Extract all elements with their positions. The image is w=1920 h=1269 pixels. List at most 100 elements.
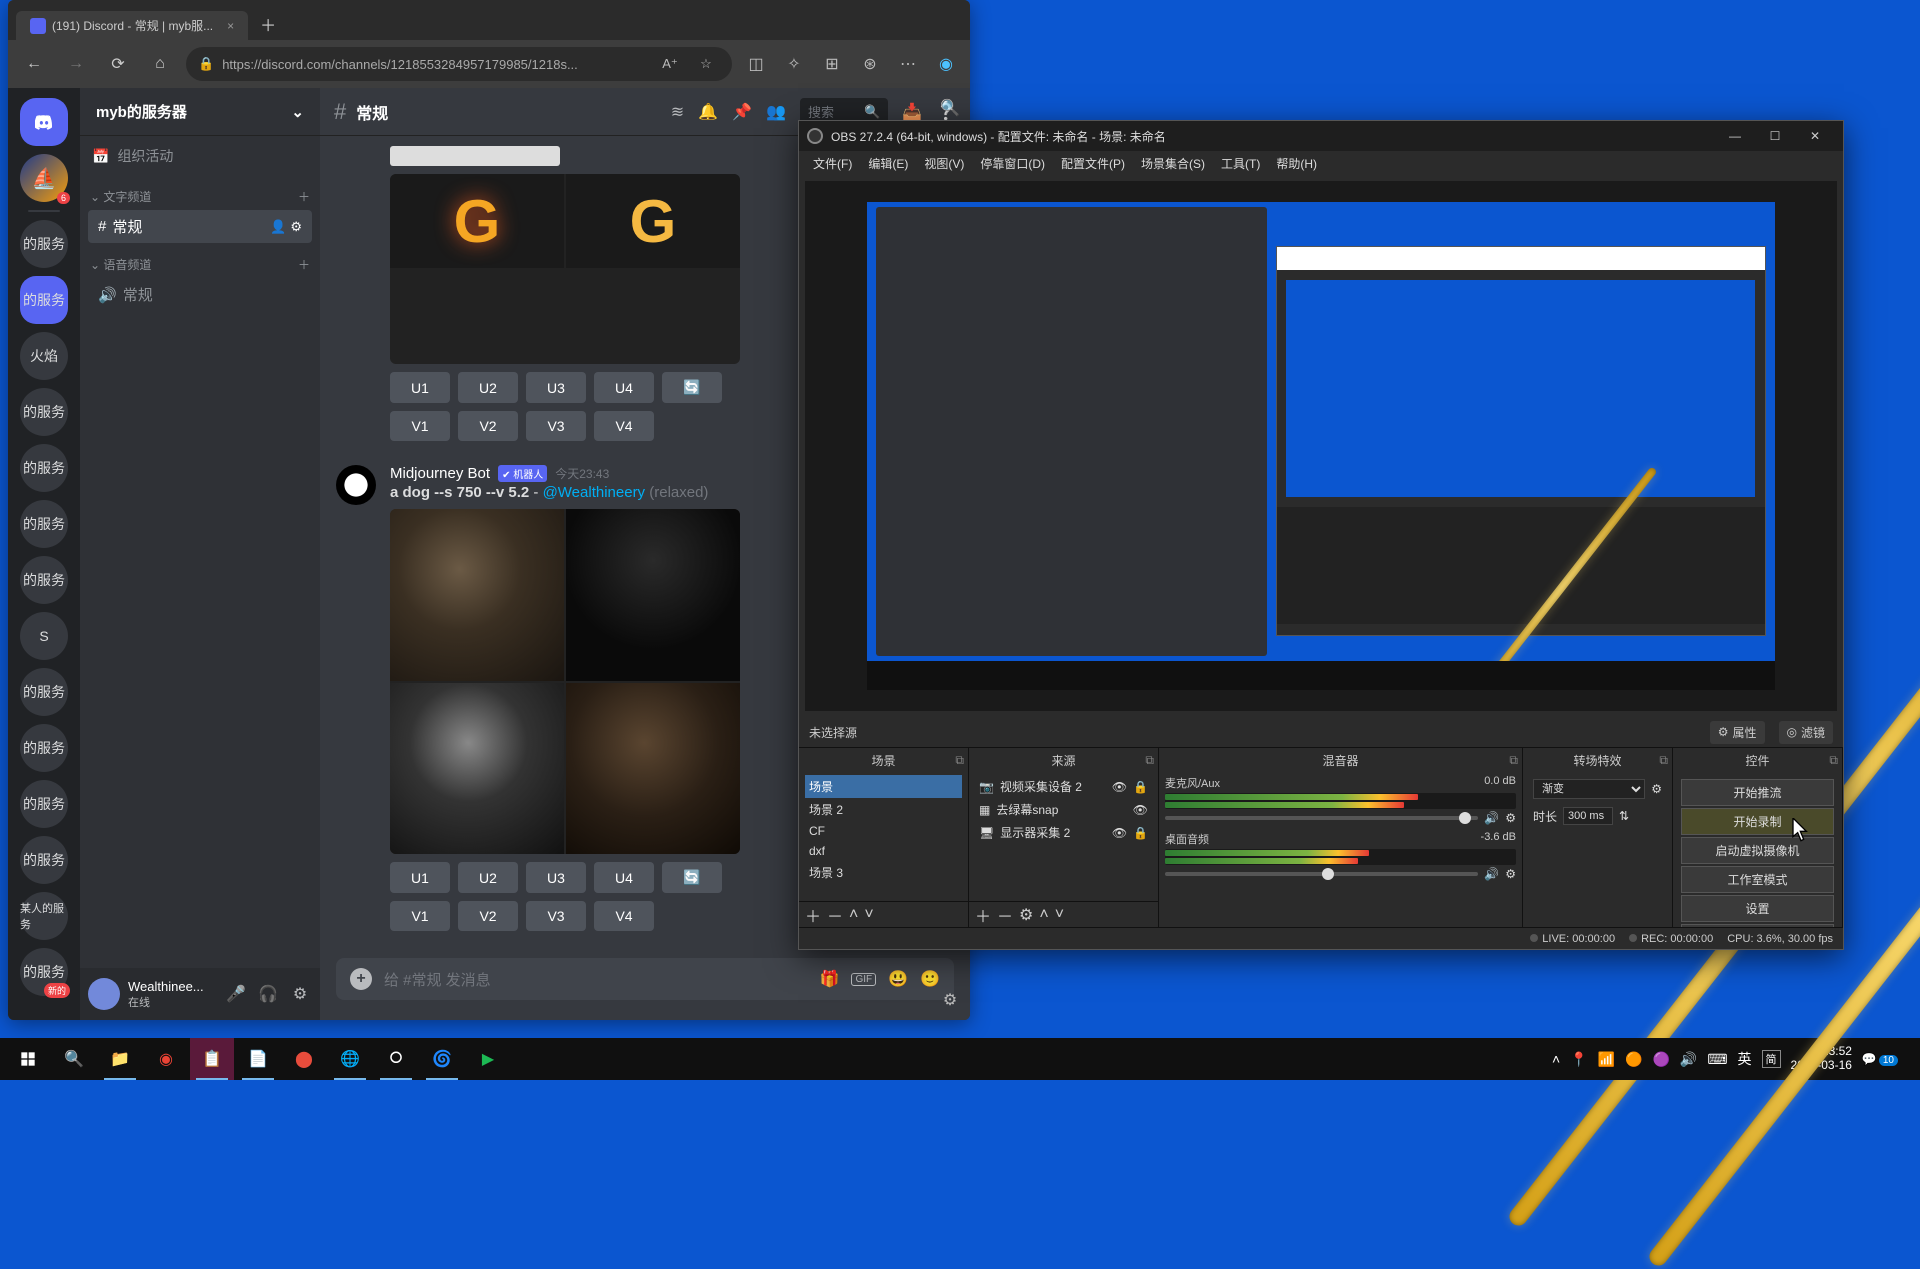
dock-popout-icon[interactable]: ⧉ (1829, 753, 1838, 768)
start-streaming-button[interactable]: 开始推流 (1681, 779, 1834, 806)
start-recording-button[interactable]: 开始录制 (1681, 808, 1834, 835)
maximize-button[interactable]: ☐ (1755, 121, 1795, 151)
lock-icon[interactable]: 🔒 (1133, 780, 1148, 794)
notifications-icon[interactable]: 🔔 (698, 102, 718, 122)
copilot-icon[interactable]: ◉ (932, 50, 960, 78)
user-avatar[interactable] (88, 978, 120, 1010)
scene-item[interactable]: 场景 3 (805, 861, 962, 884)
dock-popout-icon[interactable]: ⧉ (955, 753, 964, 768)
read-aloud-icon[interactable]: A⁺ (656, 50, 684, 78)
edge-button[interactable]: 🌀 (420, 1038, 464, 1080)
message-input[interactable]: + 给 #常规 发消息 🎁 GIF 😃 🙂 (336, 958, 954, 1000)
settings-button[interactable]: 设置 (1681, 895, 1834, 922)
menu-icon[interactable]: ⋯ (894, 50, 922, 78)
pinned-icon[interactable]: 📌 (732, 102, 752, 122)
v1-button[interactable]: V1 (390, 901, 450, 931)
guild-item[interactable]: 的服务 新的 (20, 948, 68, 996)
extensions-icon[interactable]: ⊞ (818, 50, 846, 78)
add-source-icon[interactable]: ＋ (975, 903, 991, 927)
scene-item[interactable]: 场景 2 (805, 798, 962, 821)
visibility-icon[interactable]: 👁 (1133, 803, 1148, 817)
guild-item[interactable]: 的服务 (20, 220, 68, 268)
menu-view[interactable]: 视图(V) (918, 153, 970, 174)
u1-button[interactable]: U1 (390, 372, 450, 403)
sidebar-search-icon[interactable]: 🔍 (936, 94, 964, 122)
tray-chevron-icon[interactable]: ˄ (1552, 1051, 1560, 1067)
generated-image-grid[interactable] (390, 509, 740, 854)
gear-icon[interactable]: ⚙ (1505, 867, 1516, 881)
mention[interactable]: @Wealthineery (543, 484, 646, 501)
v2-button[interactable]: V2 (458, 901, 518, 931)
invite-icon[interactable]: 👤 (270, 219, 286, 235)
wifi-icon[interactable]: 📶 (1598, 1051, 1615, 1068)
user-info[interactable]: Wealthinee... 在线 (128, 979, 216, 1010)
v3-button[interactable]: V3 (526, 411, 586, 441)
inbox-icon[interactable]: 📥 (902, 102, 922, 122)
guild-item[interactable]: 的服务 (20, 724, 68, 772)
v4-button[interactable]: V4 (594, 901, 654, 931)
add-channel-icon[interactable]: ＋ (298, 256, 310, 273)
guild-item-selected[interactable]: 的服务 (20, 276, 68, 324)
reroll-button[interactable]: 🔄 (662, 372, 722, 403)
tray-app-icon[interactable]: 🟣 (1652, 1051, 1669, 1068)
scene-item[interactable]: 场景 (805, 775, 962, 798)
source-down-icon[interactable]: ˅ (1055, 906, 1064, 924)
tab-close-icon[interactable]: × (227, 19, 234, 33)
u2-button[interactable]: U2 (458, 372, 518, 403)
threads-icon[interactable]: ≋ (671, 102, 684, 122)
menu-tools[interactable]: 工具(T) (1215, 153, 1266, 174)
shopping-icon[interactable]: ⊛ (856, 50, 884, 78)
members-icon[interactable]: 👥 (766, 102, 786, 122)
menu-docks[interactable]: 停靠窗口(D) (974, 153, 1051, 174)
dock-popout-icon[interactable]: ⧉ (1509, 753, 1518, 768)
obs-taskbar-button[interactable]: ⭘ (374, 1038, 418, 1080)
guild-item[interactable]: 某人的服务 (20, 892, 68, 940)
gear-icon[interactable]: ⚙ (1505, 811, 1516, 825)
message-author[interactable]: Midjourney Bot (390, 465, 490, 482)
server-events[interactable]: 📅 组织活动 (80, 136, 320, 176)
search-button[interactable]: 🔍 (52, 1038, 96, 1080)
start-virtualcam-button[interactable]: 启动虚拟摄像机 (1681, 837, 1834, 864)
guild-item[interactable]: 的服务 (20, 556, 68, 604)
menu-edit[interactable]: 编辑(E) (862, 153, 914, 174)
menu-help[interactable]: 帮助(H) (1270, 153, 1323, 174)
v1-button[interactable]: V1 (390, 411, 450, 441)
duration-input[interactable] (1563, 807, 1613, 825)
source-settings-icon[interactable]: ⚙ (1019, 905, 1033, 925)
new-tab-button[interactable]: ＋ (252, 8, 284, 40)
spinner-icon[interactable]: ⇅ (1619, 809, 1629, 823)
v3-button[interactable]: V3 (526, 901, 586, 931)
chrome-button-2[interactable]: 🌐 (328, 1038, 372, 1080)
category-text[interactable]: ⌄ 文字频道 ＋ (80, 176, 320, 209)
scene-up-icon[interactable]: ˄ (849, 906, 858, 924)
guild-item[interactable]: 火焰 (20, 332, 68, 380)
ime-mode[interactable]: 简 (1762, 1050, 1781, 1068)
generated-image-grid[interactable]: G G (390, 174, 740, 364)
category-voice[interactable]: ⌄ 语音频道 ＋ (80, 244, 320, 277)
channel-item-general[interactable]: # 常规 👤 ⚙ (88, 210, 312, 243)
gif-icon[interactable]: GIF (851, 973, 876, 986)
gift-icon[interactable]: 🎁 (820, 969, 840, 989)
add-scene-icon[interactable]: ＋ (805, 903, 821, 927)
lock-icon[interactable]: 🔒 (1133, 826, 1148, 840)
source-item[interactable]: 🖥显示器采集 2👁🔒 (975, 821, 1152, 844)
location-icon[interactable]: 📍 (1570, 1051, 1587, 1068)
guild-item[interactable]: 的服务 (20, 780, 68, 828)
add-channel-icon[interactable]: ＋ (298, 188, 310, 205)
guild-item[interactable]: 的服务 (20, 444, 68, 492)
channel-settings-icon[interactable]: ⚙ (290, 219, 302, 235)
u2-button[interactable]: U2 (458, 862, 518, 893)
guild-item[interactable]: 的服务 (20, 388, 68, 436)
guild-current[interactable]: ⛵ 6 (20, 154, 68, 202)
guild-item[interactable]: 的服务 (20, 500, 68, 548)
u3-button[interactable]: U3 (526, 862, 586, 893)
speaker-icon[interactable]: 🔊 (1484, 811, 1499, 825)
ime-lang[interactable]: 英 (1738, 1049, 1752, 1069)
scene-item[interactable]: CF (805, 821, 962, 841)
remove-scene-icon[interactable]: － (827, 903, 843, 927)
volume-slider[interactable] (1165, 816, 1478, 820)
obs-titlebar[interactable]: OBS 27.2.4 (64-bit, windows) - 配置文件: 未命名… (799, 121, 1843, 151)
v4-button[interactable]: V4 (594, 411, 654, 441)
split-icon[interactable]: ◫ (742, 50, 770, 78)
dock-popout-icon[interactable]: ⧉ (1145, 753, 1154, 768)
